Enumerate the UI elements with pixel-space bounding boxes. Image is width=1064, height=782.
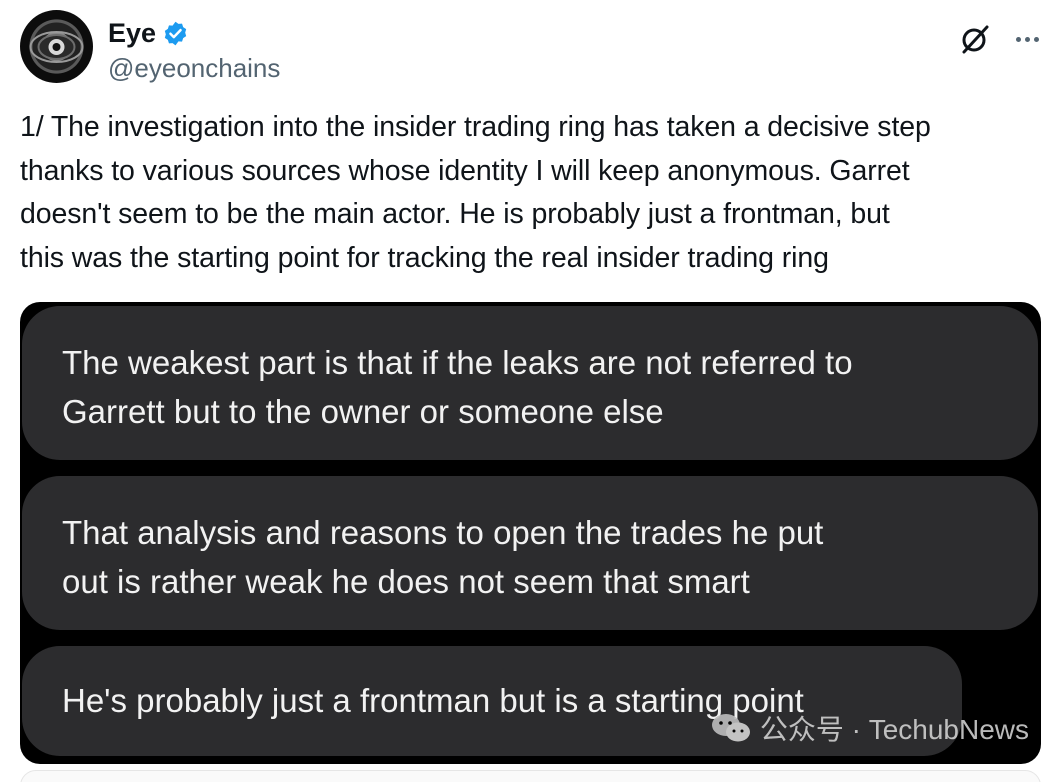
- author-display-name[interactable]: Eye: [108, 16, 156, 50]
- author-name-row: Eye: [108, 16, 189, 50]
- message-bubble: That analysis and reasons to open the tr…: [22, 476, 1038, 630]
- next-content-card: [20, 770, 1041, 782]
- more-dot: [1033, 36, 1039, 42]
- verified-badge-icon: [162, 20, 189, 47]
- watermark: 公众号 · TechubNews: [710, 708, 1029, 748]
- more-dot: [1015, 36, 1021, 42]
- more-icon[interactable]: [1010, 22, 1044, 56]
- avatar[interactable]: [20, 10, 93, 83]
- more-dot: [1024, 36, 1030, 42]
- watermark-text: 公众号 · TechubNews: [759, 714, 1029, 745]
- grok-icon[interactable]: [958, 22, 992, 56]
- author-handle[interactable]: @eyeonchains: [108, 52, 280, 84]
- tweet-text: 1/ The investigation into the insider tr…: [20, 111, 931, 274]
- message-bubble: The weakest part is that if the leaks ar…: [22, 306, 1038, 460]
- tweet-media-image[interactable]: The weakest part is that if the leaks ar…: [20, 302, 1041, 764]
- wechat-logo-icon: [711, 714, 750, 742]
- tweet-header: Eye @eyeonchains: [20, 8, 1044, 88]
